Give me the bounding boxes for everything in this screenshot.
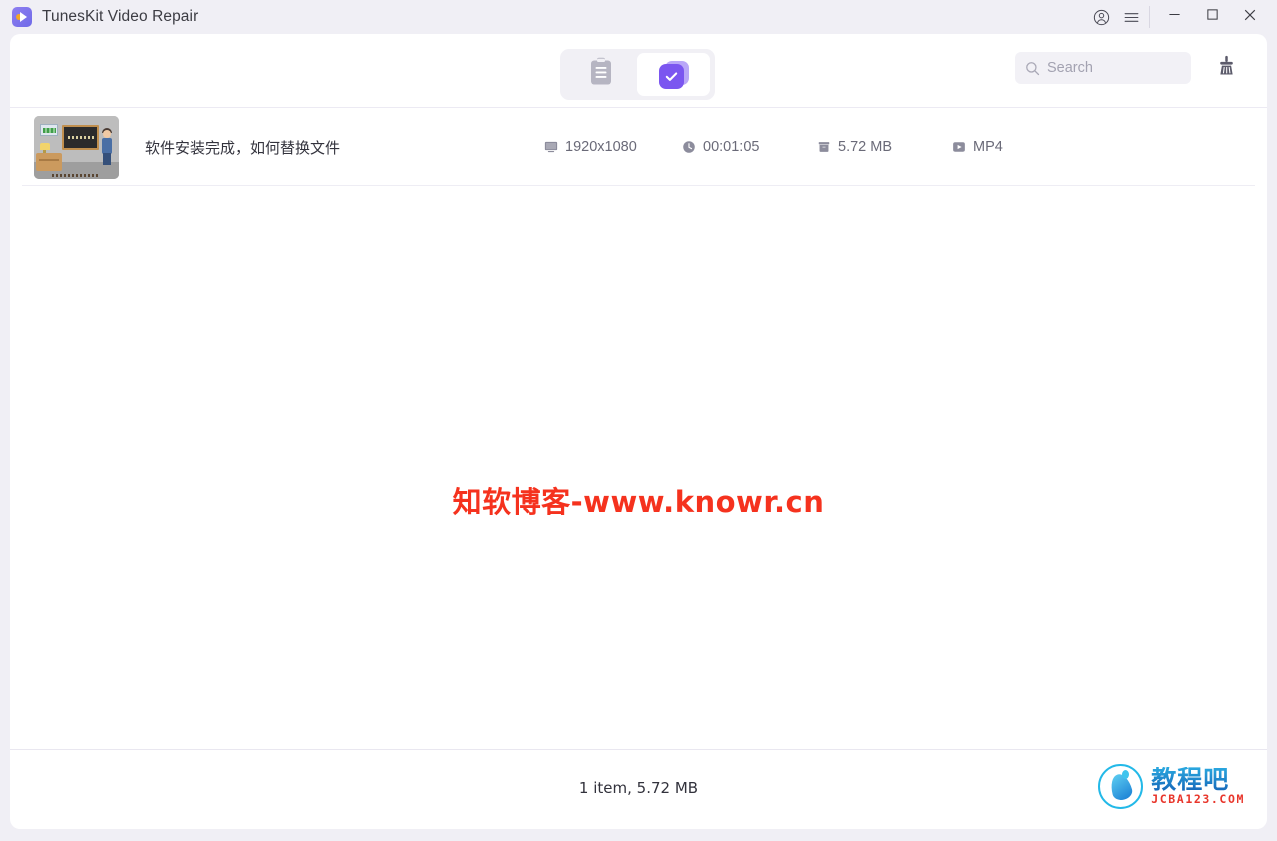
status-bar: 1 item, 5.72 MB 教程吧 JCBA123.COM (10, 749, 1267, 829)
meta-duration-value: 00:01:05 (703, 139, 760, 155)
maximize-icon (1206, 8, 1219, 26)
broom-icon (1215, 54, 1238, 82)
file-name: 软件安装完成，如何替换文件 (145, 138, 341, 157)
status-summary: 1 item, 5.72 MB (578, 779, 699, 797)
brand-name: 教程吧 (1151, 767, 1245, 792)
close-icon (1243, 8, 1257, 27)
meta-duration: 00:01:05 (682, 139, 759, 155)
account-button[interactable] (1086, 0, 1116, 34)
clock-icon (682, 140, 696, 154)
file-list: 软件安装完成，如何替换文件 1920x1080 00:01:05 5.72 MB… (10, 109, 1267, 748)
minimize-icon (1168, 8, 1181, 26)
meta-size-value: 5.72 MB (838, 139, 892, 155)
app-title: TunesKit Video Repair (42, 8, 199, 25)
watermark: 知软博客-www.knowr.cn (10, 109, 1267, 748)
title-bar: TunesKit Video Repair (0, 0, 1277, 34)
play-triangle-icon (20, 12, 27, 22)
close-button[interactable] (1231, 0, 1269, 34)
app-icon (12, 7, 32, 27)
file-box-icon (817, 140, 831, 154)
check-square-icon (658, 60, 689, 89)
meta-resolution: 1920x1080 (544, 139, 637, 155)
video-play-icon (952, 140, 966, 154)
titlebar-divider (1149, 6, 1150, 28)
brand-url: JCBA123.COM (1151, 792, 1245, 807)
maximize-button[interactable] (1193, 0, 1231, 34)
tab-repaired[interactable] (637, 53, 710, 96)
table-row[interactable]: 软件安装完成，如何替换文件 1920x1080 00:01:05 5.72 MB… (22, 109, 1255, 186)
meta-format: MP4 (952, 139, 1003, 155)
search-icon (1025, 61, 1040, 76)
watermark-text: 知软博客-www.knowr.cn (452, 485, 825, 519)
user-circle-icon (1093, 9, 1110, 26)
meta-resolution-value: 1920x1080 (565, 139, 637, 155)
clean-button[interactable] (1212, 54, 1240, 82)
hamburger-menu-icon (1123, 9, 1140, 26)
search-input[interactable] (1047, 60, 1177, 76)
brand-text: 教程吧 JCBA123.COM (1151, 767, 1245, 806)
water-drop-circle-icon (1098, 764, 1144, 809)
view-tab-group (560, 49, 715, 100)
search-box[interactable] (1015, 52, 1191, 84)
menu-button[interactable] (1116, 0, 1146, 34)
tab-repair-list[interactable] (564, 53, 637, 96)
titlebar-controls (1086, 0, 1277, 34)
app-window: TunesKit Video Repair Search 软件安装完成，如何替换… (0, 0, 1277, 841)
clipboard-icon (588, 57, 614, 92)
monitor-icon (544, 140, 558, 154)
brand-logo: 教程吧 JCBA123.COM (1098, 764, 1245, 809)
meta-format-value: MP4 (973, 139, 1003, 155)
toolbar (10, 34, 1267, 108)
video-thumbnail (34, 115, 119, 179)
content-panel: 软件安装完成，如何替换文件 1920x1080 (10, 34, 1267, 829)
meta-size: 5.72 MB (817, 139, 892, 155)
minimize-button[interactable] (1155, 0, 1193, 34)
